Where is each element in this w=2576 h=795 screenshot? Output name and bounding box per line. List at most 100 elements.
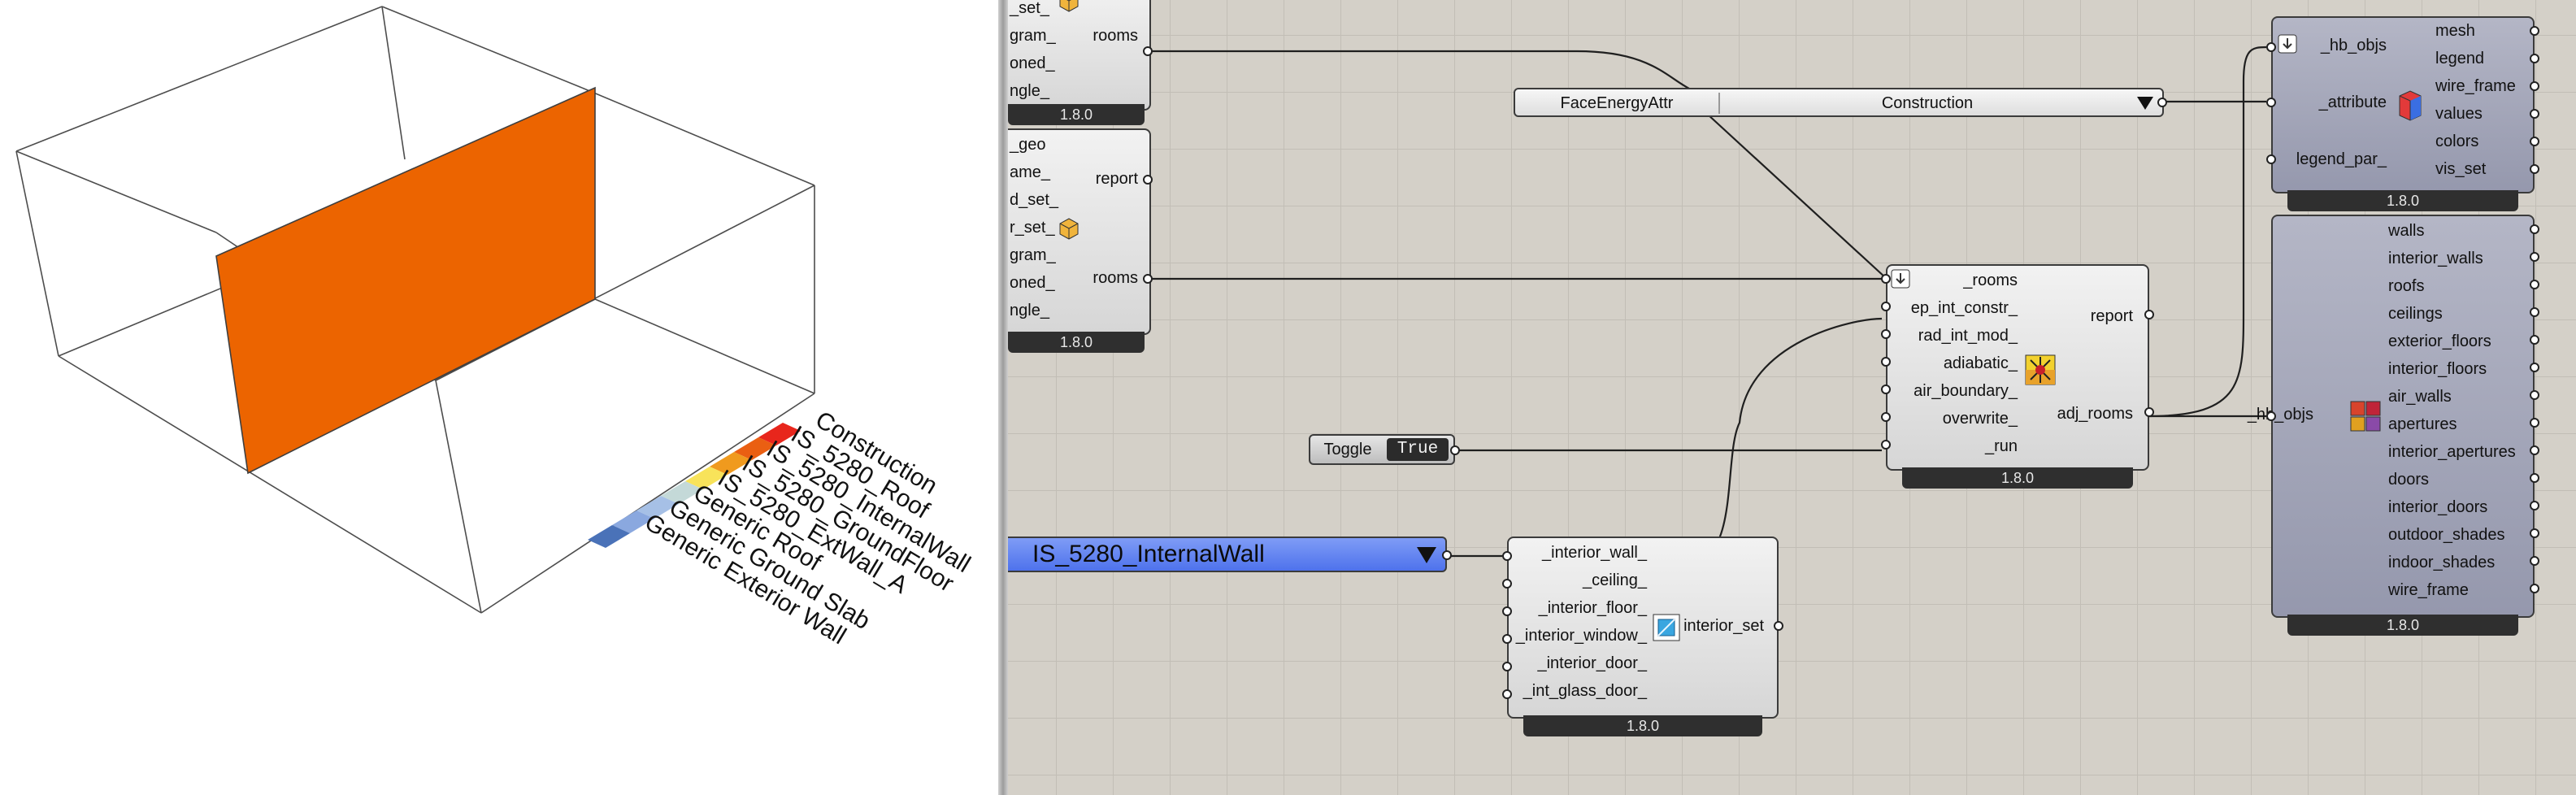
input-oned: oned_ [1010, 54, 1055, 72]
output-grip[interactable] [2157, 98, 2167, 107]
input-rooms: _rooms [1963, 272, 2018, 289]
value-list-name: FaceEnergyAttr [1560, 94, 1674, 112]
input-hb-objs: _hb_objs [2320, 37, 2387, 54]
output-grip[interactable] [1143, 274, 1153, 284]
attribute-value-list[interactable]: FaceEnergyAttr Construction [1514, 88, 2164, 117]
graft-arrow-icon[interactable] [1891, 269, 1910, 289]
output-grip[interactable] [2144, 407, 2154, 417]
solve-adjacency-component[interactable]: _rooms ep_int_constr_ rad_int_mod_ adiab… [1886, 264, 2149, 471]
grasshopper-canvas[interactable]: _set_ gram_ oned_ ngle_ rooms 1.8.0 _geo… [1008, 0, 2576, 795]
output-interior-doors: interior_doors [2388, 498, 2488, 516]
input-ngle: ngle_ [1010, 302, 1049, 319]
output-grip[interactable] [2530, 26, 2539, 36]
model-view: ConstructionIS_5280_RoofIS_5280_Internal… [15, 6, 975, 650]
input-grip[interactable] [2266, 411, 2276, 421]
graft-arrow-icon[interactable] [2278, 34, 2297, 54]
output-grip[interactable] [2530, 335, 2539, 345]
input-set: _set_ [1010, 0, 1049, 17]
input-ngle: ngle_ [1010, 82, 1049, 100]
input-run: _run [1984, 437, 2018, 455]
color-attribute-icon [2399, 90, 2422, 121]
version-label: 1.8.0 [2287, 615, 2518, 636]
room-cube-icon [1059, 218, 1079, 240]
output-grip[interactable] [2530, 224, 2539, 234]
output-grip[interactable] [2530, 418, 2539, 428]
output-grip[interactable] [2530, 501, 2539, 510]
output-grip[interactable] [2530, 280, 2539, 289]
interior-set-component[interactable]: _interior_wall_ _ceiling_ _interior_floo… [1507, 537, 1779, 719]
input-grip[interactable] [1881, 412, 1891, 422]
output-wire-frame: wire_frame [2388, 581, 2469, 599]
output-grip[interactable] [2530, 164, 2539, 174]
toggle-value[interactable]: True [1387, 438, 1449, 461]
room-component-middle[interactable]: _geo ame_ d_set_ r_set_ gram_ oned_ ngle… [1008, 128, 1151, 335]
color-by-attribute-component[interactable]: _hb_objs _attribute legend_par_ mesh leg… [2271, 16, 2535, 193]
input-grip[interactable] [1881, 329, 1891, 339]
dropdown-arrow-icon[interactable] [2136, 96, 2154, 111]
rhino-viewport[interactable]: Construction IS_5280_Roof IS_5280_Internal… [0, 0, 998, 795]
legend-labels: ConstructionIS_5280_RoofIS_5280_Internal… [640, 406, 975, 650]
output-report: report [1095, 170, 1138, 188]
deconstruct-objects-component[interactable]: _hb_objs walls interior_walls roofs ceil… [2248, 215, 2535, 618]
construction-value-list[interactable]: IS_5280_InternalWall [1008, 537, 1447, 572]
input-grip[interactable] [1881, 357, 1891, 367]
output-grip[interactable] [2530, 445, 2539, 455]
output-grip[interactable] [2530, 81, 2539, 91]
output-doors: doors [2388, 471, 2430, 489]
output-grip[interactable] [2530, 528, 2539, 538]
output-grip[interactable] [1143, 175, 1153, 185]
output-grip[interactable] [1442, 550, 1452, 560]
version-label: 1.8.0 [1008, 104, 1145, 125]
panel-splitter[interactable] [998, 0, 1008, 795]
output-rooms: rooms [1093, 269, 1138, 287]
output-apertures: apertures [2388, 415, 2457, 433]
input-grip[interactable] [2266, 154, 2276, 164]
input-grip[interactable] [1881, 274, 1891, 284]
output-grip[interactable] [1143, 46, 1153, 56]
input-grip[interactable] [1881, 302, 1891, 311]
output-roofs: roofs [2388, 277, 2425, 295]
input-grip[interactable] [2266, 98, 2276, 107]
output-grip[interactable] [2530, 252, 2539, 262]
output-grip[interactable] [2530, 390, 2539, 400]
dropdown-arrow-icon[interactable] [1416, 546, 1437, 564]
input-interior-wall: _interior_wall_ [1542, 544, 1647, 562]
input-grip[interactable] [1502, 606, 1512, 616]
boolean-toggle[interactable]: Toggle True [1309, 434, 1455, 465]
input-grip[interactable] [1502, 689, 1512, 699]
input-grip[interactable] [2266, 42, 2276, 52]
output-grip[interactable] [2530, 307, 2539, 317]
output-vis-set: vis_set [2435, 160, 2487, 178]
input-grip[interactable] [1502, 551, 1512, 561]
output-exterior-floors: exterior_floors [2388, 332, 2491, 350]
output-grip[interactable] [1450, 445, 1460, 455]
input-grip[interactable] [1502, 662, 1512, 671]
output-wire-frame: wire_frame [2435, 77, 2516, 95]
output-interior-floors: interior_floors [2388, 360, 2487, 378]
output-legend: legend [2435, 50, 2485, 67]
output-grip[interactable] [2530, 109, 2539, 119]
input-adiabatic: adiabatic_ [1943, 354, 2018, 372]
input-oned: oned_ [1010, 274, 1055, 292]
input-name: ame_ [1010, 163, 1051, 181]
output-grip[interactable] [2530, 54, 2539, 63]
output-grip[interactable] [2144, 310, 2154, 319]
deconstruct-icon [2350, 401, 2381, 432]
output-grip[interactable] [1774, 621, 1783, 631]
version-label: 1.8.0 [2287, 190, 2518, 211]
output-grip[interactable] [2530, 473, 2539, 483]
output-grip[interactable] [2530, 363, 2539, 372]
value-list-selection: Construction [1881, 94, 1974, 112]
input-grip[interactable] [1502, 579, 1512, 589]
version-label: 1.8.0 [1523, 715, 1762, 736]
input-ceiling: _ceiling_ [1583, 571, 1647, 589]
input-grip[interactable] [1881, 384, 1891, 394]
output-grip[interactable] [2530, 584, 2539, 593]
output-grip[interactable] [2530, 137, 2539, 146]
room-component-top[interactable]: _set_ gram_ oned_ ngle_ rooms [1008, 0, 1151, 111]
output-grip[interactable] [2530, 556, 2539, 566]
output-mesh: mesh [2435, 22, 2475, 40]
input-grip[interactable] [1881, 440, 1891, 450]
input-grip[interactable] [1502, 634, 1512, 644]
input-gram: gram_ [1010, 27, 1056, 45]
